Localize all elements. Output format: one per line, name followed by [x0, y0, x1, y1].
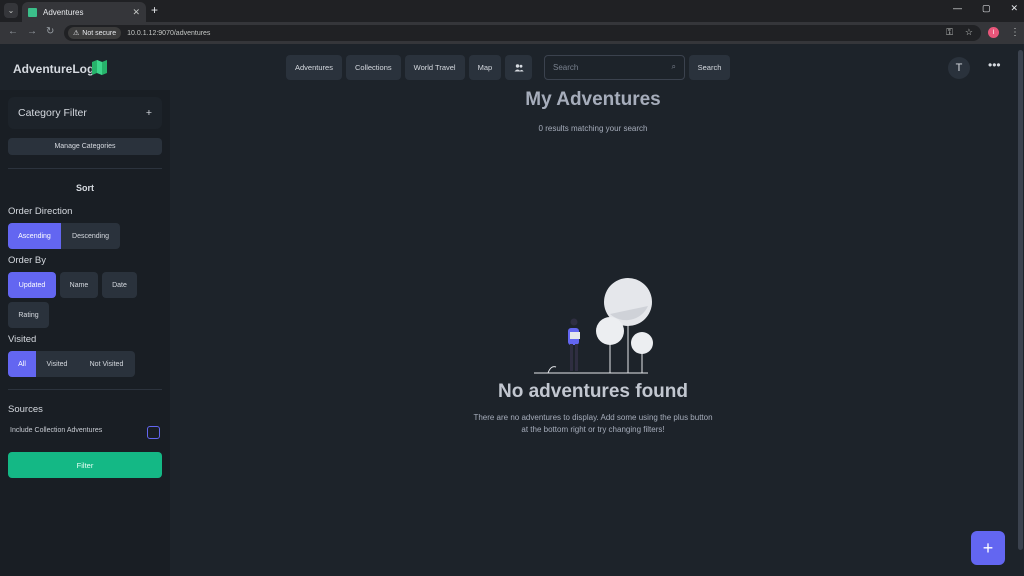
browser-toolbar: ← → ↻ ⚠ Not secure 10.0.1.12:9070/advent… — [0, 22, 1024, 44]
divider — [8, 168, 162, 169]
nav-adventures-button[interactable]: Adventures — [286, 55, 342, 80]
bookmark-star-icon[interactable]: ☆ — [965, 27, 973, 38]
warning-icon: ⚠ — [73, 30, 80, 37]
category-filter-collapse[interactable]: Category Filter + — [8, 97, 162, 129]
empty-state-message: There are no adventures to display. Add … — [473, 413, 713, 434]
order-date-option[interactable]: Date — [102, 272, 137, 298]
include-collection-label: Include Collection Adventures — [10, 427, 103, 434]
more-menu-icon[interactable]: ••• — [988, 58, 1001, 72]
search-icon: ⌕ — [671, 62, 676, 71]
visited-label: Visited — [8, 334, 37, 345]
search-input[interactable] — [545, 56, 665, 79]
order-name-option[interactable]: Name — [60, 272, 98, 298]
forward-icon[interactable]: → — [27, 26, 37, 37]
sort-heading: Sort — [76, 183, 94, 193]
empty-state-title: No adventures found — [497, 381, 688, 402]
tab-search-button[interactable]: ⌄ — [4, 3, 18, 18]
app-navbar: AdventureLog Adventures Collections Worl… — [0, 44, 1024, 90]
user-avatar[interactable]: T — [948, 57, 970, 79]
include-collection-checkbox[interactable] — [147, 426, 160, 439]
order-by-label: Order By — [8, 255, 47, 266]
filter-sidebar: Category Filter + Manage Categories Sort… — [0, 90, 170, 576]
manage-categories-button[interactable]: Manage Categories — [8, 138, 162, 155]
url-text: 10.0.1.12:9070/adventures — [127, 29, 211, 37]
order-direction-label: Order Direction — [8, 206, 73, 217]
sources-label: Sources — [8, 404, 43, 415]
scrollbar-thumb[interactable] — [1018, 50, 1023, 550]
order-by-group: Updated Name Date — [8, 272, 141, 298]
users-icon — [514, 63, 524, 71]
tab-title: Adventures — [43, 7, 84, 17]
visited-all-option[interactable]: All — [8, 351, 36, 377]
browser-menu-icon[interactable]: ⋮ — [1010, 27, 1020, 38]
nav-world-travel-button[interactable]: World Travel — [404, 55, 465, 80]
order-updated-option[interactable]: Updated — [8, 272, 56, 298]
divider — [8, 389, 162, 390]
not-secure-label: Not secure — [82, 29, 117, 37]
tab-favicon-icon — [28, 7, 37, 17]
new-tab-icon[interactable]: + — [151, 3, 158, 17]
category-filter-title: Category Filter — [18, 107, 87, 119]
reload-icon[interactable]: ↻ — [46, 26, 54, 37]
nav-map-button[interactable]: Map — [468, 55, 502, 80]
order-direction-group: Ascending Descending — [8, 223, 120, 249]
order-rating-option[interactable]: Rating — [8, 302, 49, 328]
page-title: My Adventures — [525, 89, 661, 110]
search-button[interactable]: Search — [689, 55, 730, 80]
minimize-icon[interactable]: — — [953, 3, 962, 14]
expand-plus-icon[interactable]: + — [146, 107, 152, 119]
back-icon[interactable]: ← — [8, 26, 18, 37]
search-field: ⌕ — [544, 55, 685, 80]
window-controls: — ▢ ✕ — [953, 3, 1018, 14]
maximize-icon[interactable]: ▢ — [982, 3, 991, 14]
filter-button[interactable]: Filter — [8, 452, 162, 478]
address-bar-icons: ⚿ ☆ — [946, 27, 973, 38]
visited-group: All Visited Not Visited — [8, 351, 135, 377]
visited-visited-option[interactable]: Visited — [36, 351, 78, 377]
empty-state-illustration — [534, 278, 653, 374]
results-count: 0 results matching your search — [538, 124, 648, 133]
browser-tab-strip: ⌄ Adventures ✕ + — ▢ ✕ — [0, 0, 1024, 22]
close-window-icon[interactable]: ✕ — [1010, 3, 1018, 14]
map-logo-icon — [92, 60, 107, 75]
add-adventure-button[interactable]: + — [971, 531, 1005, 565]
site-info-chip[interactable]: ⚠ Not secure — [68, 27, 122, 39]
page-scrollbar[interactable] — [1016, 44, 1024, 576]
ascending-option[interactable]: Ascending — [8, 223, 61, 249]
descending-option[interactable]: Descending — [61, 223, 120, 249]
nav-buttons: Adventures Collections World Travel Map — [286, 55, 533, 80]
tab-close-icon[interactable]: ✕ — [132, 7, 140, 18]
browser-tab[interactable]: Adventures ✕ — [22, 2, 146, 22]
order-by-group-row2: Rating — [8, 302, 49, 328]
visited-not-visited-option[interactable]: Not Visited — [78, 351, 135, 377]
nav-collections-button[interactable]: Collections — [345, 55, 401, 80]
nav-users-button[interactable] — [505, 55, 533, 80]
address-bar[interactable]: ⚠ Not secure 10.0.1.12:9070/adventures ⚿… — [64, 25, 981, 41]
key-icon[interactable]: ⚿ — [946, 27, 953, 38]
browser-profile-avatar[interactable]: I — [988, 27, 999, 38]
brand-name[interactable]: AdventureLog — [13, 62, 94, 76]
